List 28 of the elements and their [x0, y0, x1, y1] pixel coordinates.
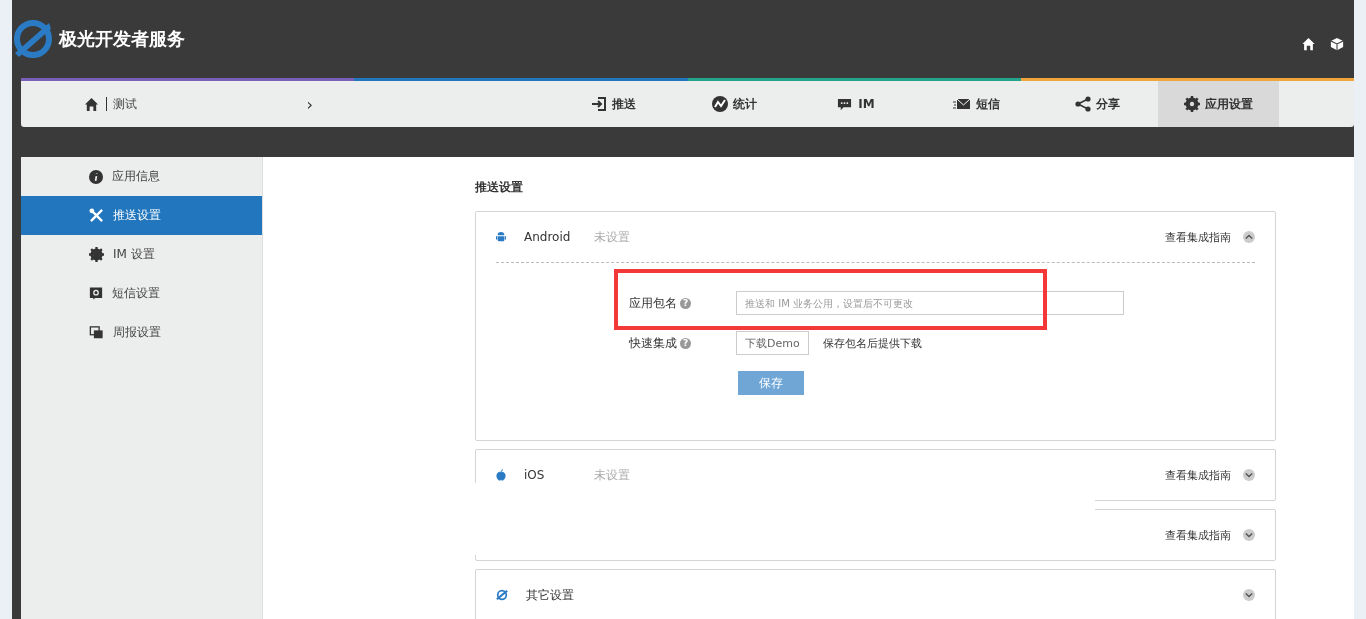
platform-status: 未设置 — [594, 228, 630, 246]
nav-tab[interactable]: 推送 — [553, 81, 674, 127]
sidebar-item[interactable]: 应用信息 — [21, 157, 262, 196]
platform-name: 其它设置 — [526, 586, 575, 604]
platform-status: 未设置 — [594, 466, 630, 484]
sidebar-item[interactable]: IM 设置 — [21, 235, 262, 274]
guide-link[interactable]: 查看集成指南 — [1165, 527, 1231, 543]
download-note: 保存包名后提供下载 — [822, 335, 922, 351]
platform-name: iOS — [524, 468, 546, 482]
platform-name: Android — [524, 230, 572, 244]
nav-tab[interactable]: 统计 — [674, 81, 795, 127]
section-title: 推送设置 — [475, 179, 524, 196]
nav-tab[interactable]: 分享 — [1037, 81, 1158, 127]
field-label: 应用包名 — [629, 294, 677, 312]
chevron[interactable]: › — [306, 94, 313, 114]
package-input[interactable]: 推送和 IM 业务公用，设置后不可更改 — [736, 291, 1124, 315]
brand-name: 极光开发者服务 — [59, 27, 185, 51]
field-label: 快速集成 — [629, 334, 677, 352]
nav-tab[interactable]: 短信 — [916, 81, 1037, 127]
guide-link[interactable]: 查看集成指南 — [1165, 467, 1231, 483]
sidebar-item[interactable]: 周报设置 — [21, 313, 262, 352]
sidebar-item[interactable]: 推送设置 — [21, 196, 262, 235]
nav-tab[interactable]: IM — [795, 81, 916, 127]
download-button[interactable]: 下载Demo — [736, 331, 809, 355]
sidebar-item[interactable]: 短信设置 — [21, 274, 262, 313]
guide-link[interactable]: 查看集成指南 — [1165, 229, 1231, 245]
nav-tab[interactable]: 应用设置 — [1158, 81, 1279, 127]
app-name[interactable]: 测试 — [113, 95, 137, 113]
